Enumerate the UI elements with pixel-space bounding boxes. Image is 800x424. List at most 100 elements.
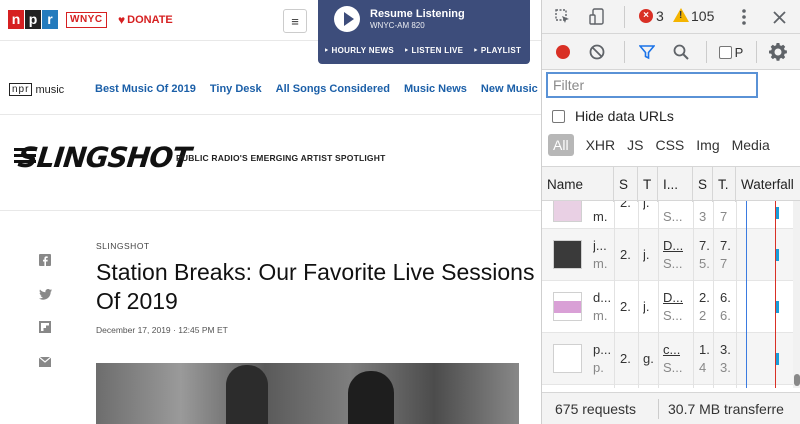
column-header-size[interactable]: S — [693, 167, 713, 202]
type-filter-xhr[interactable]: XHR — [586, 137, 616, 153]
twitter-icon[interactable] — [38, 287, 52, 301]
nav-link-new-music[interactable]: New Music — [481, 83, 538, 95]
request-status: 2. — [620, 299, 631, 314]
requests-table: m. 2. j. S... 3 7 j... m. 2. j. D... S..… — [542, 201, 800, 388]
request-size-sub: 5. — [699, 256, 710, 271]
request-size-sub: 4 — [699, 360, 707, 375]
inspect-element-icon[interactable] — [554, 8, 572, 26]
divider — [0, 114, 541, 115]
error-count[interactable]: 3 — [656, 8, 664, 24]
nav-link-music-news[interactable]: Music News — [404, 83, 467, 95]
filter-input[interactable] — [546, 72, 758, 98]
clear-icon[interactable] — [588, 43, 606, 61]
request-initiator[interactable]: D... — [663, 290, 683, 305]
column-header-time[interactable]: T. — [713, 167, 736, 202]
device-toolbar-icon[interactable] — [588, 7, 606, 27]
listen-live-link[interactable]: LISTEN LIVE — [404, 46, 463, 55]
toolbar-separator — [624, 41, 625, 63]
record-icon[interactable] — [554, 43, 572, 61]
request-initiator-sub: S... — [663, 209, 683, 224]
request-time-sub: 7 — [720, 256, 728, 271]
request-name-sub: m. — [593, 209, 608, 224]
audio-player: Resume Listening WNYC-AM 820 HOURLY NEWS… — [318, 0, 530, 64]
table-row[interactable]: j... m. 2. j. D... S... 7. 5. 7. 7 — [542, 229, 800, 281]
request-initiator-sub: S... — [663, 256, 683, 271]
column-header-name[interactable]: Name — [542, 167, 614, 202]
transferred-size: 30.7 MB transferre — [668, 401, 784, 417]
npr-music-logo-box: npr — [9, 83, 33, 96]
request-size: 2. — [699, 290, 710, 305]
waterfall-bar — [776, 353, 779, 365]
search-icon[interactable] — [672, 43, 690, 61]
close-icon[interactable] — [770, 8, 788, 26]
npr-logo[interactable]: n p r — [8, 10, 59, 29]
preserve-log-checkbox[interactable] — [718, 44, 732, 60]
nav-link-all-songs[interactable]: All Songs Considered — [276, 83, 390, 95]
filter-row — [542, 70, 800, 102]
request-count: 675 requests — [555, 401, 636, 417]
type-filter-js[interactable]: JS — [627, 137, 643, 153]
request-initiator[interactable]: D... — [663, 238, 683, 253]
type-filter-media[interactable]: Media — [732, 137, 770, 153]
request-initiator[interactable]: c... — [663, 342, 680, 357]
npr-logo-r: r — [42, 10, 58, 29]
column-divider — [614, 201, 615, 388]
hide-data-urls-checkbox[interactable] — [552, 109, 565, 123]
player-station: WNYC-AM 820 — [370, 21, 425, 30]
requests-scrollbar[interactable] — [793, 201, 800, 388]
playlist-link[interactable]: PLAYLIST — [473, 46, 521, 55]
column-header-type[interactable]: T — [638, 167, 658, 202]
request-initiator-sub: S... — [663, 308, 683, 323]
type-filter-css[interactable]: CSS — [655, 137, 684, 153]
table-row[interactable]: p... p. 2. g. c... S... 1. 4 3. 3. — [542, 333, 800, 385]
request-type: j. — [643, 299, 650, 314]
request-status: 2. — [620, 351, 631, 366]
column-header-status[interactable]: S — [614, 167, 638, 202]
scrollbar-thumb[interactable] — [794, 374, 800, 386]
flipboard-icon[interactable] — [38, 320, 52, 334]
table-row[interactable]: d... m. 2. j. D... S... 2. 2 6. 6. — [542, 281, 800, 333]
article-kicker[interactable]: SLINGSHOT — [96, 241, 150, 251]
request-name-sub: m. — [593, 308, 608, 323]
nav-link-tiny-desk[interactable]: Tiny Desk — [210, 83, 262, 95]
type-filter-all[interactable]: All — [548, 134, 574, 156]
nav-link-best-music[interactable]: Best Music Of 2019 — [95, 83, 196, 95]
request-type: j. — [643, 201, 650, 210]
settings-gear-icon[interactable] — [768, 42, 788, 62]
facebook-icon[interactable] — [38, 253, 52, 267]
table-row[interactable]: m. 2. j. S... 3 7 — [542, 201, 800, 229]
hide-data-urls-option[interactable]: Hide data URLs — [552, 108, 674, 124]
column-divider — [736, 201, 737, 388]
npr-music-logo[interactable]: npr music — [9, 83, 64, 96]
email-icon[interactable] — [38, 355, 52, 369]
toolbar-separator — [624, 6, 625, 28]
status-separator — [658, 399, 659, 419]
article-title: Station Breaks: Our Favorite Live Sessio… — [96, 259, 535, 314]
donate-link[interactable]: ♥ DONATE — [118, 13, 173, 27]
menu-button[interactable]: ≡ — [283, 9, 307, 33]
more-options-icon[interactable] — [738, 8, 750, 26]
hourly-news-link[interactable]: HOURLY NEWS — [324, 46, 394, 55]
station-logo[interactable]: WNYC — [66, 12, 107, 28]
warning-icon[interactable] — [673, 8, 689, 22]
slingshot-logo[interactable]: SLINGSHOT — [14, 134, 192, 180]
column-divider — [658, 201, 659, 388]
heart-icon: ♥ — [118, 13, 126, 27]
column-divider — [638, 201, 639, 388]
toolbar-separator — [706, 41, 707, 63]
divider — [0, 210, 541, 211]
error-icon[interactable]: × — [639, 9, 653, 23]
article-date: December 17, 2019 · 12:45 PM ET — [96, 325, 228, 335]
filter-icon[interactable] — [638, 43, 656, 61]
requests-table-header: Name S T I... S T. Waterfall — [542, 166, 800, 202]
request-thumbnail — [553, 201, 582, 222]
warning-count[interactable]: 105 — [691, 8, 714, 24]
request-status: 2. — [620, 201, 631, 210]
request-status: 2. — [620, 247, 631, 262]
play-icon — [343, 12, 354, 26]
type-filter-img[interactable]: Img — [696, 137, 719, 153]
column-header-initiator[interactable]: I... — [658, 167, 693, 202]
request-initiator-sub: S... — [663, 360, 683, 375]
play-button[interactable] — [334, 6, 360, 32]
column-header-waterfall[interactable]: Waterfall — [736, 167, 800, 202]
